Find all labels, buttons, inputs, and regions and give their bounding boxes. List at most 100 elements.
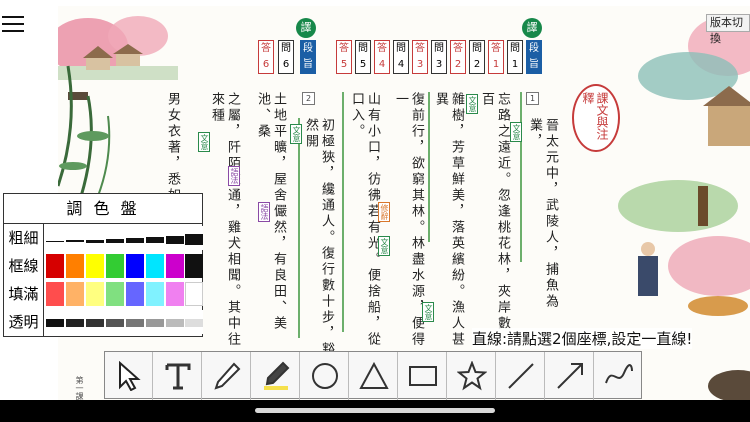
version-switch-button[interactable]: 版本切換 (706, 14, 750, 45)
opacity-option[interactable] (86, 310, 104, 334)
meaning-tag[interactable]: 文意 (198, 132, 210, 152)
opacity-option[interactable] (185, 310, 203, 334)
fill-color-swatch[interactable] (66, 282, 84, 306)
meaning-tag[interactable]: 文意 (422, 302, 434, 322)
fill-color-row: 填滿 (4, 280, 204, 308)
pencil-tool-icon[interactable] (203, 352, 251, 400)
text-column-4[interactable]: 復前行，欲窮其林。林盡水源，便得一 (392, 92, 424, 362)
thickness-option[interactable] (185, 226, 203, 250)
question-box-2[interactable]: 問2 (469, 40, 485, 74)
arrow-tool-icon[interactable] (546, 352, 594, 400)
answer-box-1[interactable]: 答1 (488, 40, 504, 74)
opacity-option[interactable] (146, 310, 164, 334)
drawing-instruction: 直線:請點選2個座標,設定一直線! (472, 328, 693, 349)
star-tool-icon[interactable] (448, 352, 496, 400)
paragraph-number-2: 2 (302, 92, 315, 105)
thickness-option[interactable] (46, 226, 64, 250)
text-column-6[interactable]: 初極狹，纔通人。復行數十步，豁然開 (302, 118, 334, 362)
question-box-4[interactable]: 問4 (393, 40, 409, 74)
question-box-6[interactable]: 問6 (278, 40, 294, 74)
thickness-row: 粗細 (4, 224, 204, 252)
opacity-option[interactable] (46, 310, 64, 334)
thickness-option[interactable] (86, 226, 104, 250)
menu-icon[interactable] (2, 16, 24, 34)
frame-color-swatch[interactable] (126, 254, 144, 278)
drawing-toolbar (104, 351, 643, 400)
circle-tool-icon[interactable] (301, 352, 349, 400)
rectangle-tool-icon[interactable] (399, 352, 447, 400)
opacity-option[interactable] (166, 310, 184, 334)
line-tool-icon[interactable] (497, 352, 545, 400)
rhetoric-tag[interactable]: 修辭 (378, 202, 390, 222)
opacity-option[interactable] (106, 310, 124, 334)
text-column-5[interactable]: 山有小口，彷彿若有光。便捨船，從口入。 (348, 92, 380, 362)
grammar-tag[interactable]: 語法 (228, 166, 240, 186)
frame-color-row: 框線 (4, 252, 204, 280)
text-column-2[interactable]: 忘路之遠近。忽逢桃花林，夾岸數百 (478, 92, 510, 338)
palette-title: 調 色 盤 (4, 194, 202, 224)
answer-box-2[interactable]: 答2 (450, 40, 466, 74)
fill-color-swatch[interactable] (166, 282, 184, 306)
thickness-option[interactable] (166, 226, 184, 250)
annotation-line (298, 118, 300, 338)
grammar-tag[interactable]: 語法 (258, 202, 270, 222)
text-column-3[interactable]: 雜樹，芳草鮮美，落英繽紛。漁人甚異 (432, 92, 464, 362)
thickness-option[interactable] (146, 226, 164, 250)
frame-label: 框線 (4, 252, 44, 280)
fill-color-swatch[interactable] (146, 282, 164, 306)
thickness-label: 粗細 (4, 224, 44, 252)
meaning-tag[interactable]: 文意 (290, 124, 302, 144)
annotation-line (342, 92, 344, 332)
question-box-3[interactable]: 問3 (431, 40, 447, 74)
fill-color-swatch[interactable] (46, 282, 64, 306)
color-palette-panel: 調 色 盤 粗細 框線 填滿 透明 (3, 193, 203, 337)
frame-color-swatch[interactable] (146, 254, 164, 278)
translate-button-right[interactable]: 譯 (522, 18, 542, 38)
fill-label: 填滿 (4, 280, 44, 308)
text-column-1[interactable]: 晉太元中，武陵人，捕魚為業， (526, 118, 558, 338)
thickness-option[interactable] (66, 226, 84, 250)
app-screen: 課文與注釋 譯 答6 問6 段旨 譯 答5 問5 答4 問4 答3 問3 答2 … (0, 0, 750, 408)
text-column-8[interactable]: 之屬，阡陌交通，雞犬相聞。其中往來種 (208, 92, 240, 362)
lesson-title-badge[interactable]: 課文與注釋 (572, 84, 620, 152)
frame-color-swatch[interactable] (166, 254, 184, 278)
frame-color-swatch[interactable] (86, 254, 104, 278)
annotation-line (428, 92, 430, 242)
paragraph-summary-box-right[interactable]: 段旨 (526, 40, 542, 74)
answer-box-3[interactable]: 答3 (412, 40, 428, 74)
translate-button-left[interactable]: 譯 (296, 18, 316, 38)
thickness-option[interactable] (106, 226, 124, 250)
thickness-option[interactable] (126, 226, 144, 250)
opacity-option[interactable] (126, 310, 144, 334)
lesson-title-text: 課文與注釋 (581, 92, 609, 140)
frame-color-swatch[interactable] (46, 254, 64, 278)
triangle-tool-icon[interactable] (350, 352, 398, 400)
fill-color-swatch[interactable] (86, 282, 104, 306)
answer-box-6[interactable]: 答6 (258, 40, 274, 74)
frame-color-swatch[interactable] (185, 254, 203, 278)
meaning-tag[interactable]: 文意 (510, 122, 522, 142)
frame-color-swatch[interactable] (66, 254, 84, 278)
curve-tool-icon[interactable] (595, 352, 643, 400)
pointer-tool-icon[interactable] (105, 352, 153, 400)
answer-box-5[interactable]: 答5 (336, 40, 352, 74)
opacity-label: 透明 (4, 308, 44, 336)
question-box-1[interactable]: 問1 (507, 40, 523, 74)
question-box-5[interactable]: 問5 (355, 40, 371, 74)
frame-color-swatch[interactable] (106, 254, 124, 278)
fill-color-swatch[interactable] (106, 282, 124, 306)
opacity-row: 透明 (4, 308, 204, 336)
text-column-7[interactable]: 土地平曠，屋舍儼然，有良田、美池、桑 (254, 92, 286, 362)
paragraph-summary-box-left[interactable]: 段旨 (300, 40, 316, 74)
page-footer: 第一課 (75, 376, 84, 400)
text-tool-icon[interactable] (154, 352, 202, 400)
meaning-tag[interactable]: 文意 (466, 94, 478, 114)
fill-color-swatch[interactable] (126, 282, 144, 306)
fill-color-swatch[interactable] (185, 282, 203, 306)
paragraph-number-1: 1 (526, 92, 539, 105)
opacity-option[interactable] (66, 310, 84, 334)
highlighter-tool-icon[interactable] (252, 352, 300, 400)
home-indicator[interactable] (255, 408, 495, 413)
meaning-tag[interactable]: 文意 (378, 236, 390, 256)
answer-box-4[interactable]: 答4 (374, 40, 390, 74)
